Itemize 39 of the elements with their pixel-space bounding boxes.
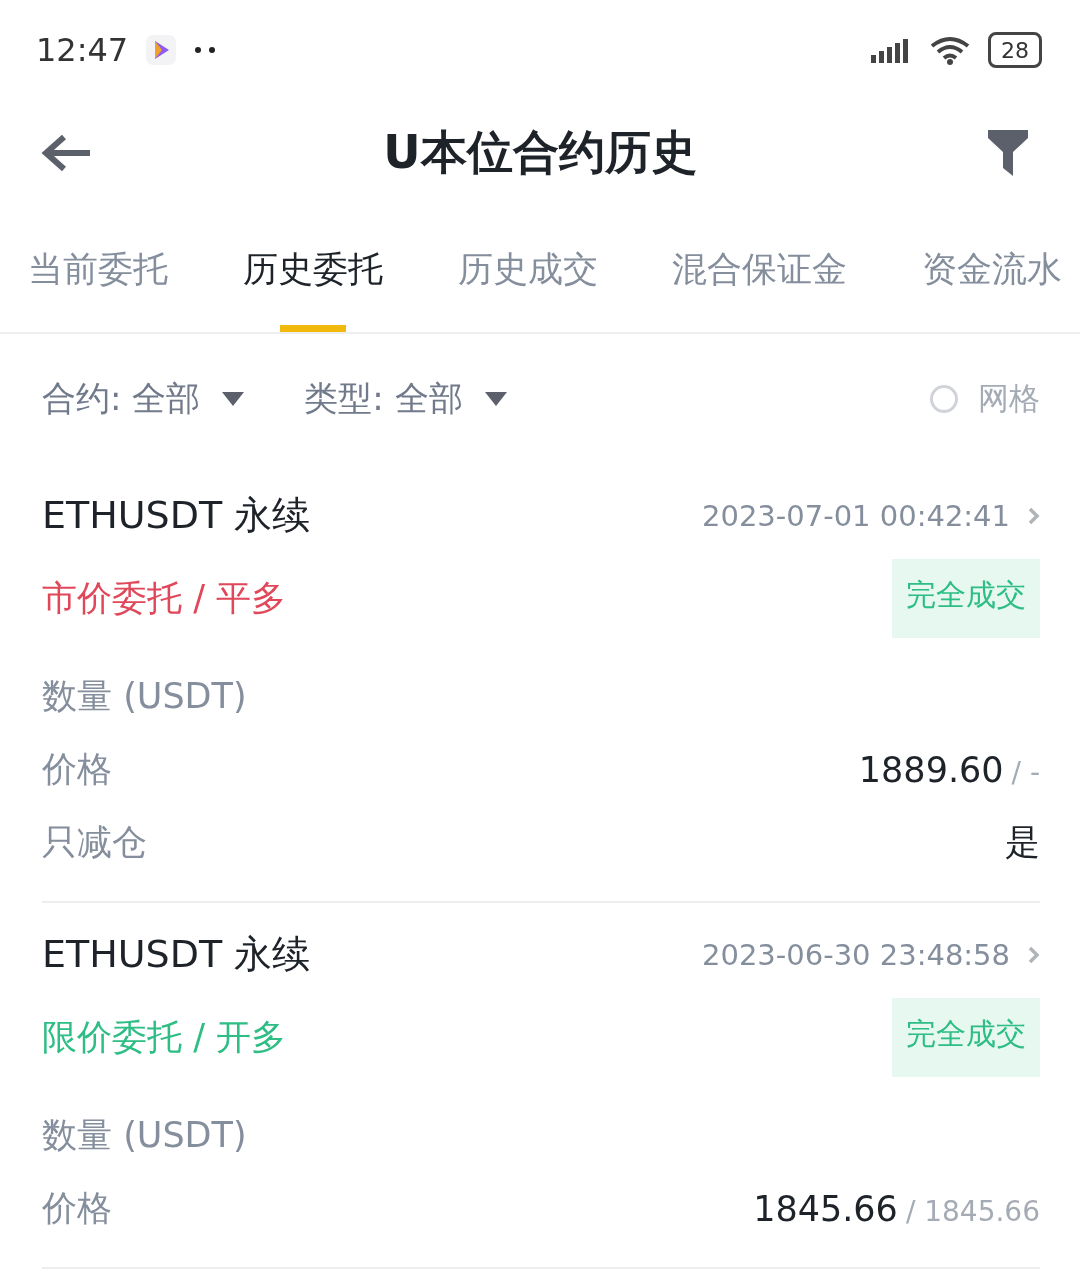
filter-dropdown[interactable]: 类型: 全部: [304, 376, 507, 422]
field-label: 只减仓: [42, 821, 147, 864]
status-badge: 完全成交: [892, 559, 1040, 638]
field-label: 价格: [42, 1187, 112, 1230]
field-label: 价格: [42, 748, 112, 791]
filter-dropdown[interactable]: 合约: 全部: [42, 376, 245, 422]
tab[interactable]: 混合保证金: [672, 206, 848, 332]
field-secondary-value: / 1845.66: [905, 1194, 1040, 1228]
tab[interactable]: 历史成交: [457, 206, 598, 332]
caret-icon: [222, 392, 245, 406]
order-type: 市价委托 / 平多: [42, 577, 287, 620]
symbol-name: ETHUSDT 永续: [42, 492, 311, 539]
field-secondary-value: / -: [1011, 755, 1040, 789]
field-label: 数量 (USDT): [42, 675, 247, 718]
page-title: U本位合约历史: [383, 124, 697, 181]
field-value: 是: [1005, 821, 1040, 864]
dots-icon: [194, 46, 217, 54]
order-time-link[interactable]: 2023-06-30 23:48:58: [702, 937, 1040, 972]
wifi-icon: [930, 35, 970, 65]
grid-toggle[interactable]: 网格: [930, 378, 1040, 420]
chevron-icon: [1028, 506, 1040, 525]
field-value: 1889.60: [858, 749, 1004, 790]
filter-button[interactable]: [988, 130, 1028, 176]
symbol-name: ETHUSDT 永续: [42, 931, 311, 978]
battery-indicator: 28: [988, 32, 1042, 68]
tab[interactable]: 资金流水: [922, 206, 1062, 332]
field-label: 数量 (USDT): [42, 1114, 247, 1157]
order-time-link[interactable]: 2023-07-01 00:42:41: [702, 498, 1040, 533]
status-badge: 完全成交: [892, 998, 1040, 1077]
tab[interactable]: 历史委托: [242, 206, 383, 332]
caret-icon: [484, 392, 507, 406]
play-icon: [146, 35, 177, 65]
order-type: 限价委托 / 开多: [42, 1016, 287, 1059]
clock-time: 12:47: [36, 31, 129, 69]
back-button[interactable]: [40, 133, 92, 173]
radio-button[interactable]: [930, 385, 958, 413]
field-value: 1845.66: [753, 1188, 898, 1229]
chevron-icon: [1028, 945, 1040, 964]
tab[interactable]: 当前委托: [28, 206, 168, 332]
